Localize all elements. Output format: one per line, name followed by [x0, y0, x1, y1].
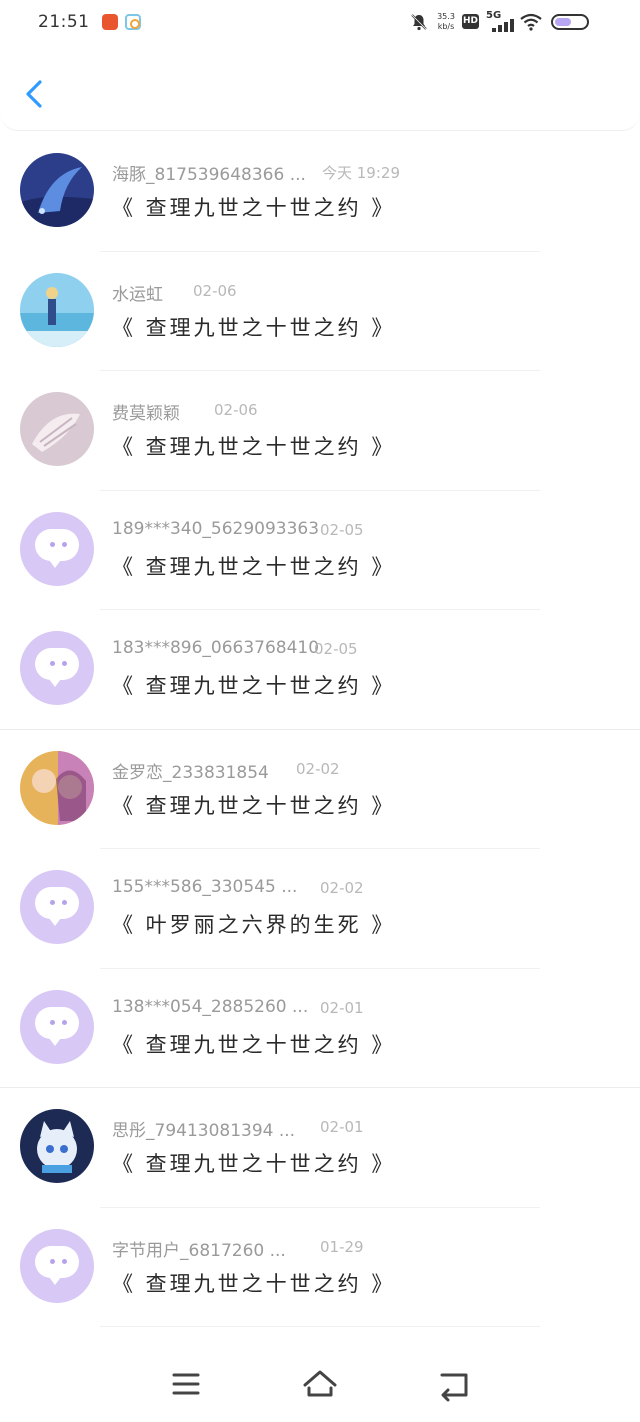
message-date: 02-01 [320, 998, 364, 1017]
home-icon[interactable] [300, 1366, 340, 1402]
list-item[interactable]: 155***586_330545 ... 02-02 《 叶罗丽之六界的生死 》 [0, 849, 640, 969]
message-text: 《 查理九世之十世之约 》 [112, 1152, 396, 1176]
sender-name: 金罗恋_233831854 [112, 762, 269, 783]
message-text: 《 查理九世之十世之约 》 [112, 793, 396, 818]
message-date: 02-05 [320, 520, 364, 539]
message-date: 02-01 [320, 1118, 364, 1136]
menu-icon[interactable] [166, 1366, 206, 1402]
avatar[interactable] [20, 392, 94, 466]
status-time: 21:51 [38, 12, 90, 32]
list-item[interactable]: 水运虹 02-06 《 查理九世之十世之约 》 [0, 252, 640, 371]
network-type: 5G [486, 10, 502, 21]
list-item[interactable]: 思彤_79413081394 ... 02-01 《 查理九世之十世之约 》 [0, 1088, 640, 1208]
message-date: 01-29 [320, 1237, 364, 1256]
app-notification-icon [125, 14, 141, 30]
back-button[interactable] [18, 74, 54, 114]
header [0, 46, 640, 131]
divider [100, 1326, 540, 1327]
message-text: 《 查理九世之十世之约 》 [112, 315, 396, 340]
avatar[interactable] [20, 750, 94, 825]
list-item[interactable]: 183***896_0663768410 02-05 《 查理九世之十世之约 》 [0, 610, 640, 730]
battery-level [555, 18, 572, 26]
list-item[interactable]: 字节用户_6817260 ... 01-29 《 查理九世之十世之约 》 [0, 1208, 640, 1327]
list-item[interactable]: 138***054_2885260 ... 02-01 《 查理九世之十世之约 》 [0, 969, 640, 1088]
avatar[interactable] [20, 989, 94, 1064]
message-text: 《 叶罗丽之六界的生死 》 [112, 913, 396, 937]
status-bar: 21:51 35.3 kb/s HD 5G [0, 0, 640, 46]
message-date: 02-02 [296, 759, 340, 778]
message-list: 海豚_817539648366 ... 今天 19:29 《 查理九世之十世之约 》… [0, 132, 640, 1327]
sender-name: 155***586_330545 ... [112, 877, 298, 897]
avatar[interactable] [20, 153, 94, 227]
avatar[interactable] [20, 511, 94, 586]
sender-name: 183***896_0663768410 [112, 638, 320, 658]
chevron-left-icon [26, 80, 42, 108]
sender-name: 字节用户_6817260 ... [112, 1240, 286, 1261]
network-speed-value: 35.3 [437, 12, 455, 21]
avatar[interactable] [20, 272, 94, 347]
avatar[interactable] [20, 870, 94, 944]
message-text: 《 查理九世之十世之约 》 [112, 674, 396, 698]
sender-name: 水运虹 [112, 284, 163, 305]
back-icon[interactable] [434, 1366, 474, 1402]
message-text: 《 查理九世之十世之约 》 [112, 1271, 396, 1296]
network-speed-unit: kb/s [437, 22, 455, 31]
message-text: 《 查理九世之十世之约 》 [112, 1032, 396, 1057]
list-item[interactable]: 海豚_817539648366 ... 今天 19:29 《 查理九世之十世之约 》 [0, 132, 640, 252]
message-text: 《 查理九世之十世之约 》 [112, 435, 396, 459]
network-speed: 35.3 kb/s [436, 12, 456, 32]
sender-name: 138***054_2885260 ... [112, 996, 309, 1017]
message-date: 02-05 [314, 640, 358, 658]
mute-bell-icon [411, 14, 427, 31]
list-item[interactable]: 金罗恋_233831854 02-02 《 查理九世之十世之约 》 [0, 730, 640, 849]
wifi-icon [520, 13, 542, 31]
sender-name: 思彤_79413081394 ... [112, 1121, 296, 1141]
avatar[interactable] [20, 1228, 94, 1303]
message-date: 02-06 [193, 281, 237, 300]
list-item[interactable]: 189***340_5629093363 02-05 《 查理九世之十世之约 》 [0, 491, 640, 610]
list-item[interactable]: 费莫颖颖 02-06 《 查理九世之十世之约 》 [0, 371, 640, 491]
message-date: 今天 19:29 [322, 164, 400, 182]
avatar[interactable] [20, 1109, 94, 1183]
message-date: 02-06 [214, 401, 258, 419]
sender-name: 费莫颖颖 [112, 404, 180, 424]
navigation-bar [0, 1350, 640, 1422]
battery-icon [551, 14, 589, 30]
message-text: 《 查理九世之十世之约 》 [112, 554, 396, 579]
app-notification-icon [102, 14, 118, 30]
message-text: 《 查理九世之十世之约 》 [112, 196, 396, 220]
avatar[interactable] [20, 631, 94, 705]
message-date: 02-02 [320, 879, 364, 897]
signal-icon: 5G [486, 10, 514, 32]
sender-name: 189***340_5629093363 [112, 518, 320, 539]
sender-name: 海豚_817539648366 ... [112, 165, 306, 185]
hd-badge: HD [462, 14, 479, 29]
